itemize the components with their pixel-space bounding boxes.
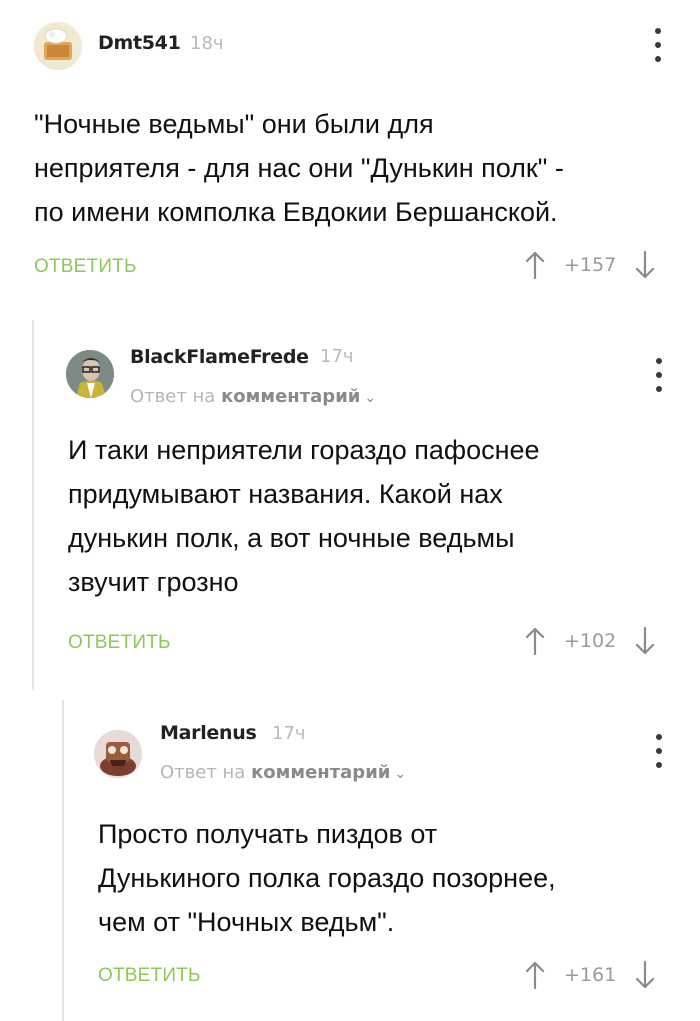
chevron-down-icon[interactable]: ⌄ — [364, 390, 376, 406]
reply-button[interactable]: ОТВЕТИТЬ — [34, 256, 137, 278]
arrow-up-icon[interactable] — [524, 250, 546, 280]
reply-to-link[interactable]: Ответ на комментарий ⌄ — [160, 762, 406, 783]
comment-text: И таки неприятели гораздо пафоснее приду… — [68, 435, 540, 597]
comment: Dmt541 18ч "Ночные ведьмы" они были для … — [0, 0, 700, 300]
arrow-down-icon[interactable] — [634, 960, 656, 990]
comment-reply: Marlenus 17ч Ответ на комментарий ⌄ Прост… — [62, 700, 700, 1021]
rating: +102 — [564, 630, 617, 652]
reply-to-prefix: Ответ на — [160, 762, 246, 783]
reply-to-target[interactable]: комментарий — [221, 386, 360, 407]
more-vertical-icon[interactable] — [651, 28, 665, 62]
comment-time: 18ч — [190, 33, 224, 54]
reply-to-prefix: Ответ на — [130, 386, 216, 407]
more-vertical-icon[interactable] — [652, 358, 666, 392]
arrow-up-icon[interactable] — [524, 960, 546, 990]
chevron-down-icon[interactable]: ⌄ — [394, 766, 406, 782]
arrow-up-icon[interactable] — [524, 626, 546, 656]
reply-button[interactable]: ОТВЕТИТЬ — [98, 965, 201, 987]
comment-text: Просто получать пиздов от Дунькиного пол… — [98, 819, 556, 937]
avatar-image — [94, 730, 142, 778]
arrow-down-icon[interactable] — [634, 250, 656, 280]
vote-controls: +102 — [524, 626, 656, 656]
avatar-image — [66, 350, 114, 398]
more-vertical-icon[interactable] — [652, 734, 666, 768]
username[interactable]: Marlenus — [160, 722, 257, 744]
comments-page: Dmt541 18ч "Ночные ведьмы" они были для … — [0, 0, 700, 1021]
vote-controls: +157 — [524, 250, 656, 280]
username[interactable]: BlackFlameFrede — [130, 346, 309, 368]
avatar-image — [34, 22, 82, 70]
avatar[interactable] — [66, 350, 114, 398]
username[interactable]: Dmt541 — [98, 32, 181, 54]
comment-time: 17ч — [320, 346, 354, 367]
reply-to-target[interactable]: комментарий — [251, 762, 390, 783]
vote-controls: +161 — [524, 960, 656, 990]
avatar[interactable] — [94, 730, 142, 778]
comment-text: "Ночные ведьмы" они были для неприятеля … — [34, 109, 564, 227]
arrow-down-icon[interactable] — [634, 626, 656, 656]
rating: +157 — [564, 254, 617, 276]
comment-reply: BlackFlameFrede 17ч Ответ на комментарий… — [32, 320, 700, 690]
reply-button[interactable]: ОТВЕТИТЬ — [68, 632, 171, 654]
avatar[interactable] — [34, 22, 82, 70]
rating: +161 — [564, 964, 617, 986]
reply-to-link[interactable]: Ответ на комментарий ⌄ — [130, 386, 376, 407]
comment-time: 17ч — [272, 723, 306, 744]
